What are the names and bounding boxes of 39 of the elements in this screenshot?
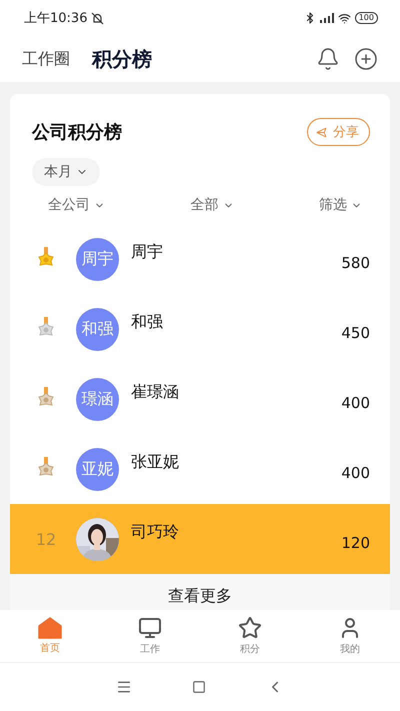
member-name: 崔璟涵 [131, 382, 179, 403]
monitor-icon [138, 616, 162, 640]
add-icon[interactable] [354, 47, 378, 71]
home-icon [38, 617, 62, 639]
alarm-off-icon [91, 12, 104, 24]
member-name: 和强 [131, 312, 163, 333]
bell-icon[interactable] [316, 47, 340, 71]
score: 120 [341, 534, 370, 552]
header-tab[interactable]: 积分榜 [92, 46, 152, 72]
menu-icon[interactable] [116, 679, 132, 695]
avatar: 亚妮 [76, 448, 119, 490]
more-link[interactable]: 查看更多 [10, 574, 390, 610]
card-title: 公司积分榜 [32, 121, 122, 144]
status-time: 上午10:36 [24, 10, 88, 27]
member-name: 司巧玲 [131, 522, 179, 543]
score: 400 [341, 464, 370, 482]
filter-dropdown[interactable]: 全公司 [48, 196, 105, 214]
score: 400 [341, 394, 370, 412]
avatar: 周宇 [76, 238, 119, 280]
wifi-icon [338, 12, 351, 24]
nav-tab[interactable]: 工作 [100, 610, 200, 662]
avatar: 璟涵 [76, 378, 119, 420]
member-name: 张亚妮 [131, 452, 179, 473]
period-dropdown[interactable]: 本月 [32, 158, 100, 186]
score: 450 [341, 324, 370, 342]
rank-number: 12 [36, 530, 56, 548]
member-name: 周宇 [131, 242, 163, 263]
nav-tab[interactable]: 我的 [300, 610, 400, 662]
nav-tab[interactable]: 积分 [200, 610, 300, 662]
header-tab[interactable]: 工作圈 [22, 48, 70, 70]
battery-icon: 100 [354, 12, 378, 24]
highlighted-row[interactable]: 12 司巧玲 120 [10, 504, 390, 574]
signal-icon [320, 13, 334, 23]
filter-dropdown[interactable]: 筛选 [319, 196, 362, 214]
home-button-icon[interactable] [192, 680, 206, 694]
score: 580 [341, 254, 370, 272]
avatar: 和强 [76, 308, 119, 350]
star-icon [238, 616, 262, 640]
filter-dropdown[interactable]: 全部 [190, 196, 234, 214]
